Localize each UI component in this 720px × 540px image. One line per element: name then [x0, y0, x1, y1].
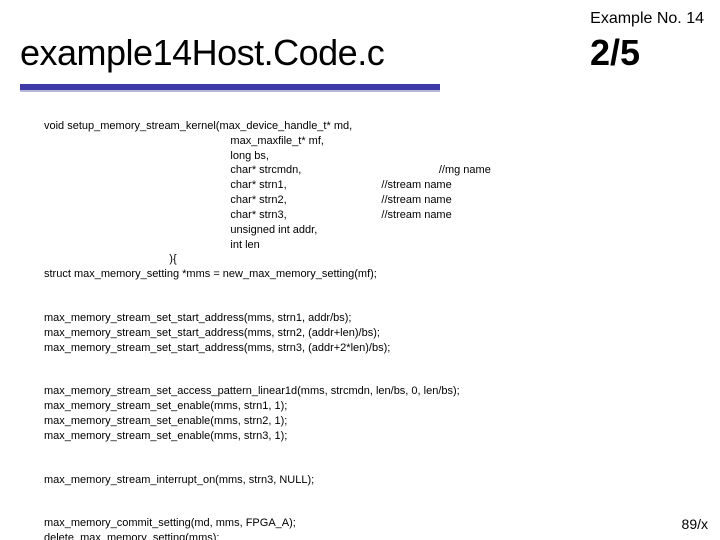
slide-title: example14Host.Code.c	[20, 32, 384, 74]
example-number: Example No. 14	[590, 10, 704, 28]
code-block-2: max_memory_stream_set_start_address(mms,…	[44, 311, 690, 356]
title-row: example14Host.Code.c 2/5	[20, 32, 700, 74]
code-block-3: max_memory_stream_set_access_pattern_lin…	[44, 384, 690, 443]
code-block-1: void setup_memory_stream_kernel(max_devi…	[44, 119, 690, 282]
title-rule-shadow	[20, 90, 440, 92]
pager: 2/5	[590, 32, 640, 74]
code-area: void setup_memory_stream_kernel(max_devi…	[44, 104, 690, 540]
code-block-5: max_memory_commit_setting(md, mms, FPGA_…	[44, 516, 690, 540]
code-block-4: max_memory_stream_interrupt_on(mms, strn…	[44, 473, 690, 488]
slide-number: 89/x	[682, 516, 708, 532]
